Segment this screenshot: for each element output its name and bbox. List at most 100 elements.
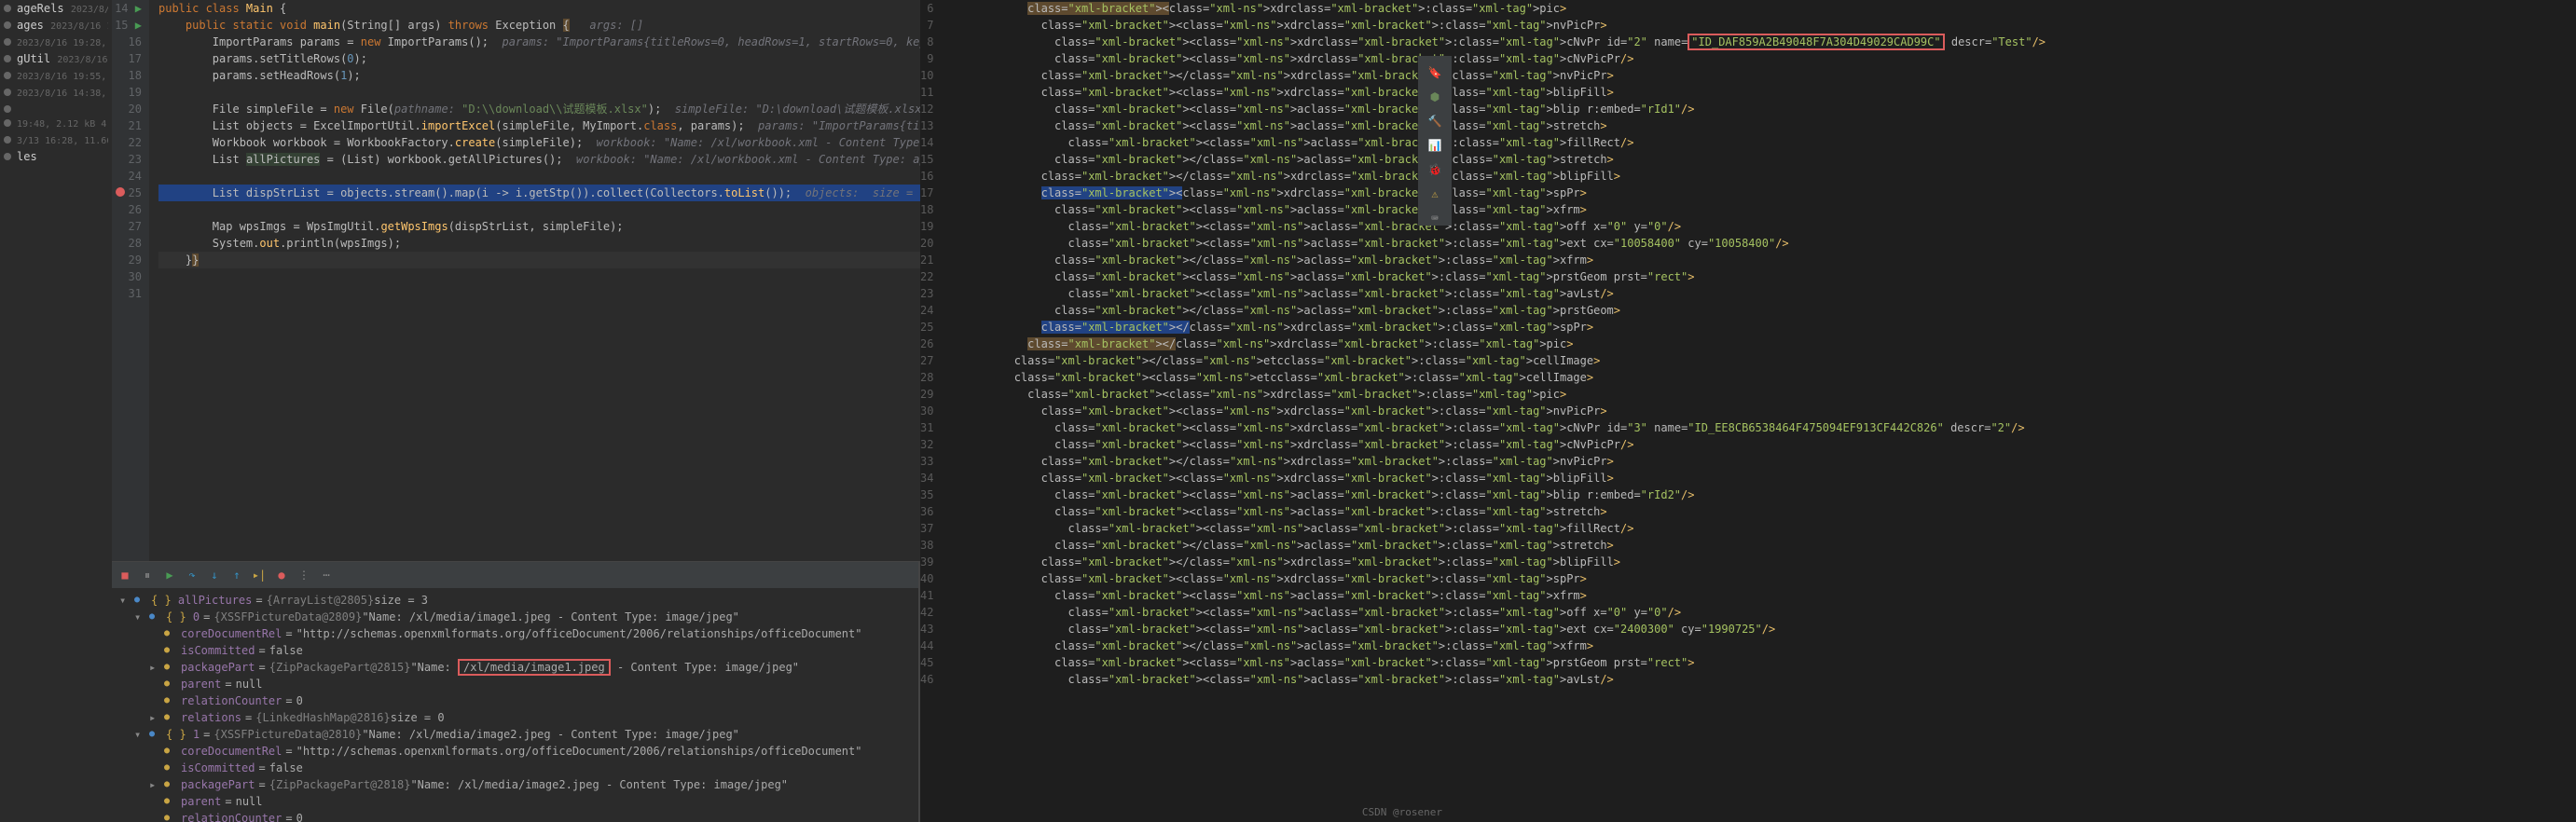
xml-gutter-line[interactable]: 6 [920,0,933,17]
xml-gutter-line[interactable]: 25 [920,319,933,336]
gutter-line[interactable]: 21 [112,117,142,134]
project-file-item[interactable]: les [0,148,112,165]
xml-line[interactable]: class="xml-bracket"><class="xml-ns">acla… [946,587,2046,604]
xml-line[interactable]: class="xml-bracket"><class="xml-ns">acla… [946,268,2046,285]
xml-gutter-line[interactable]: 45 [920,654,933,671]
evaluate-button[interactable]: ● [274,568,289,582]
xml-line[interactable]: class="xml-bracket"></class="xml-ns">etc… [946,352,2046,369]
xml-gutter-line[interactable]: 13 [920,117,933,134]
xml-line[interactable]: class="xml-bracket"><class="xml-ns">xdrc… [946,34,2046,50]
xml-line[interactable]: class="xml-bracket"></class="xml-ns">acl… [946,637,2046,654]
xml-gutter-line[interactable]: 22 [920,268,933,285]
xml-line[interactable]: class="xml-bracket"></class="xml-ns">acl… [946,252,2046,268]
xml-gutter-line[interactable]: 38 [920,537,933,554]
profiler-icon[interactable]: 📊 [1427,138,1442,153]
xml-gutter-line[interactable]: 26 [920,336,933,352]
xml-gutter-line[interactable]: 33 [920,453,933,470]
project-file-item[interactable]: 3/13 16:28, 11.66 kB [0,131,112,148]
gutter-line[interactable]: 24 [112,168,142,185]
xml-code[interactable]: class="xml-bracket"><class="xml-ns">xdrc… [943,0,2046,822]
xml-gutter-line[interactable]: 12 [920,101,933,117]
expand-arrow-icon[interactable]: ▾ [134,726,145,743]
xml-gutter-line[interactable]: 30 [920,403,933,419]
editor-gutter[interactable]: 14 ▶15 ▶16171819202122232425262728293031 [112,0,149,561]
xml-gutter-line[interactable]: 43 [920,621,933,637]
xml-gutter-line[interactable]: 34 [920,470,933,486]
gutter-line[interactable]: 31 [112,285,142,302]
xml-line[interactable]: class="xml-bracket"><class="xml-ns">acla… [946,101,2046,117]
project-file-item[interactable]: 2023/8/16 19:28, 448 B 27 minut [0,34,112,50]
xml-line[interactable]: class="xml-bracket"><class="xml-ns">acla… [946,503,2046,520]
xml-gutter-line[interactable]: 37 [920,520,933,537]
run-line-icon[interactable]: ▶ [135,2,142,15]
xml-gutter-line[interactable]: 23 [920,285,933,302]
project-file-item[interactable]: ages 2023/8/16 19:23, 2.13 kB 31 mi [0,17,112,34]
xml-editor[interactable]: 6789101112131415161718192021222324252627… [920,0,1452,822]
view-breakpoints-button[interactable]: ⋮ [296,568,311,582]
xml-line[interactable]: class="xml-bracket"><class="xml-ns">acla… [946,201,2046,218]
project-file-item[interactable] [0,101,112,115]
xml-gutter-line[interactable]: 17 [920,185,933,201]
xml-gutter-line[interactable]: 42 [920,604,933,621]
xml-gutter-line[interactable]: 19 [920,218,933,235]
debug-icon[interactable]: 🐞 [1427,162,1442,177]
run-line-icon[interactable]: ▶ [135,19,142,32]
xml-line[interactable]: class="xml-bracket"><class="xml-ns">xdrc… [946,17,2046,34]
xml-gutter-line[interactable]: 32 [920,436,933,453]
xml-gutter-line[interactable]: 15 [920,151,933,168]
project-file-item[interactable]: gUtil 2023/8/16 19:27, 6.79 kB A m [0,50,112,67]
step-out-button[interactable]: ↑ [229,568,244,582]
xml-line[interactable]: class="xml-bracket"></class="xml-ns">xdr… [946,554,2046,570]
xml-gutter-line[interactable]: 11 [920,84,933,101]
xml-line[interactable]: class="xml-bracket"><class="xml-ns">acla… [946,604,2046,621]
xml-line[interactable]: class="xml-bracket"><class="xml-ns">xdrc… [946,185,2046,201]
expand-arrow-icon[interactable]: ▾ [119,592,131,609]
xml-gutter-line[interactable]: 8 [920,34,933,50]
xml-gutter-line[interactable]: 39 [920,554,933,570]
gutter-line[interactable]: 26 [112,201,142,218]
xml-line[interactable]: class="xml-bracket"><class="xml-ns">acla… [946,520,2046,537]
resume-button[interactable]: ▶ [162,568,177,582]
bookmark-icon[interactable]: 🔖 [1427,65,1442,80]
gutter-line[interactable]: 29 [112,252,142,268]
xml-line[interactable]: class="xml-bracket"></class="xml-ns">acl… [946,302,2046,319]
xml-line[interactable]: class="xml-bracket"><class="xml-ns">acla… [946,671,2046,688]
xml-line[interactable]: class="xml-bracket"><class="xml-ns">xdrc… [946,419,2046,436]
gutter-line[interactable]: 18 [112,67,142,84]
gutter-line[interactable]: 16 [112,34,142,50]
xml-gutter-line[interactable]: 28 [920,369,933,386]
gutter-line[interactable]: 22 [112,134,142,151]
xml-gutter-line[interactable]: 27 [920,352,933,369]
xml-line[interactable]: class="xml-bracket"><class="xml-ns">xdrc… [946,436,2046,453]
xml-gutter-line[interactable]: 9 [920,50,933,67]
xml-line[interactable]: class="xml-bracket"></class="xml-ns">xdr… [946,67,2046,84]
xml-gutter-line[interactable]: 35 [920,486,933,503]
gutter-line[interactable]: 27 [112,218,142,235]
xml-line[interactable]: class="xml-bracket"><class="xml-ns">acla… [946,285,2046,302]
xml-gutter-line[interactable]: 46 [920,671,933,688]
gutter-line[interactable]: 19 [112,84,142,101]
project-file-item[interactable]: ageRels 2023/8/16 19:24, 630 B 31 min [0,0,112,17]
more-icon[interactable]: ⋯ [319,568,334,582]
terminal-icon[interactable]: ⌨ [1427,211,1442,226]
xml-line[interactable]: class="xml-bracket"></class="xml-ns">acl… [946,151,2046,168]
xml-line[interactable]: class="xml-bracket"><class="xml-ns">xdrc… [946,570,2046,587]
xml-line[interactable]: class="xml-bracket"></class="xml-ns">xdr… [946,336,2046,352]
expand-arrow-icon[interactable]: ▸ [149,709,160,726]
xml-gutter-line[interactable]: 21 [920,252,933,268]
gutter-line[interactable]: 28 [112,235,142,252]
step-into-button[interactable]: ↓ [207,568,222,582]
expand-arrow-icon[interactable]: ▸ [149,776,160,793]
xml-gutter-line[interactable]: 29 [920,386,933,403]
xml-line[interactable]: class="xml-bracket"><class="xml-ns">xdrc… [946,84,2046,101]
gutter-line[interactable]: 25 [112,185,142,201]
xml-line[interactable]: class="xml-bracket"></class="xml-ns">xdr… [946,453,2046,470]
xml-line[interactable]: class="xml-bracket"></class="xml-ns">acl… [946,537,2046,554]
xml-gutter-line[interactable]: 41 [920,587,933,604]
xml-line[interactable]: class="xml-bracket"><class="xml-ns">acla… [946,621,2046,637]
project-file-item[interactable]: 2023/8/16 14:38, 1.74 kB Today 14:3 [0,84,112,101]
xml-line[interactable]: class="xml-bracket"><class="xml-ns">acla… [946,654,2046,671]
build-icon[interactable]: 🔨 [1427,114,1442,129]
xml-line[interactable]: class="xml-bracket"></class="xml-ns">xdr… [946,319,2046,336]
run-to-cursor-button[interactable]: ▸| [252,568,267,582]
